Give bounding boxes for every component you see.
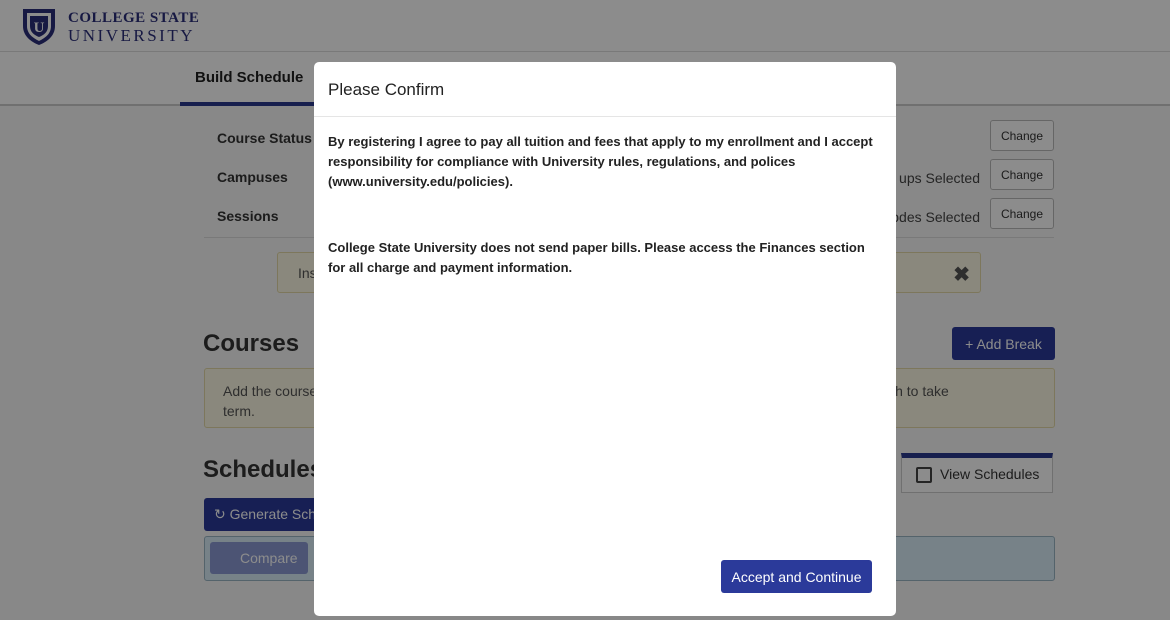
dialog-header: Please Confirm bbox=[314, 62, 896, 117]
dialog-paragraph-billing: College State University does not send p… bbox=[328, 240, 865, 275]
confirm-dialog: Please Confirm By registering I agree to… bbox=[314, 62, 896, 616]
dialog-body: By registering I agree to pay all tuitio… bbox=[328, 132, 882, 324]
dialog-title: Please Confirm bbox=[328, 80, 445, 99]
accept-and-continue-button[interactable]: Accept and Continue bbox=[721, 560, 872, 593]
dialog-paragraph-agreement: By registering I agree to pay all tuitio… bbox=[328, 134, 873, 189]
